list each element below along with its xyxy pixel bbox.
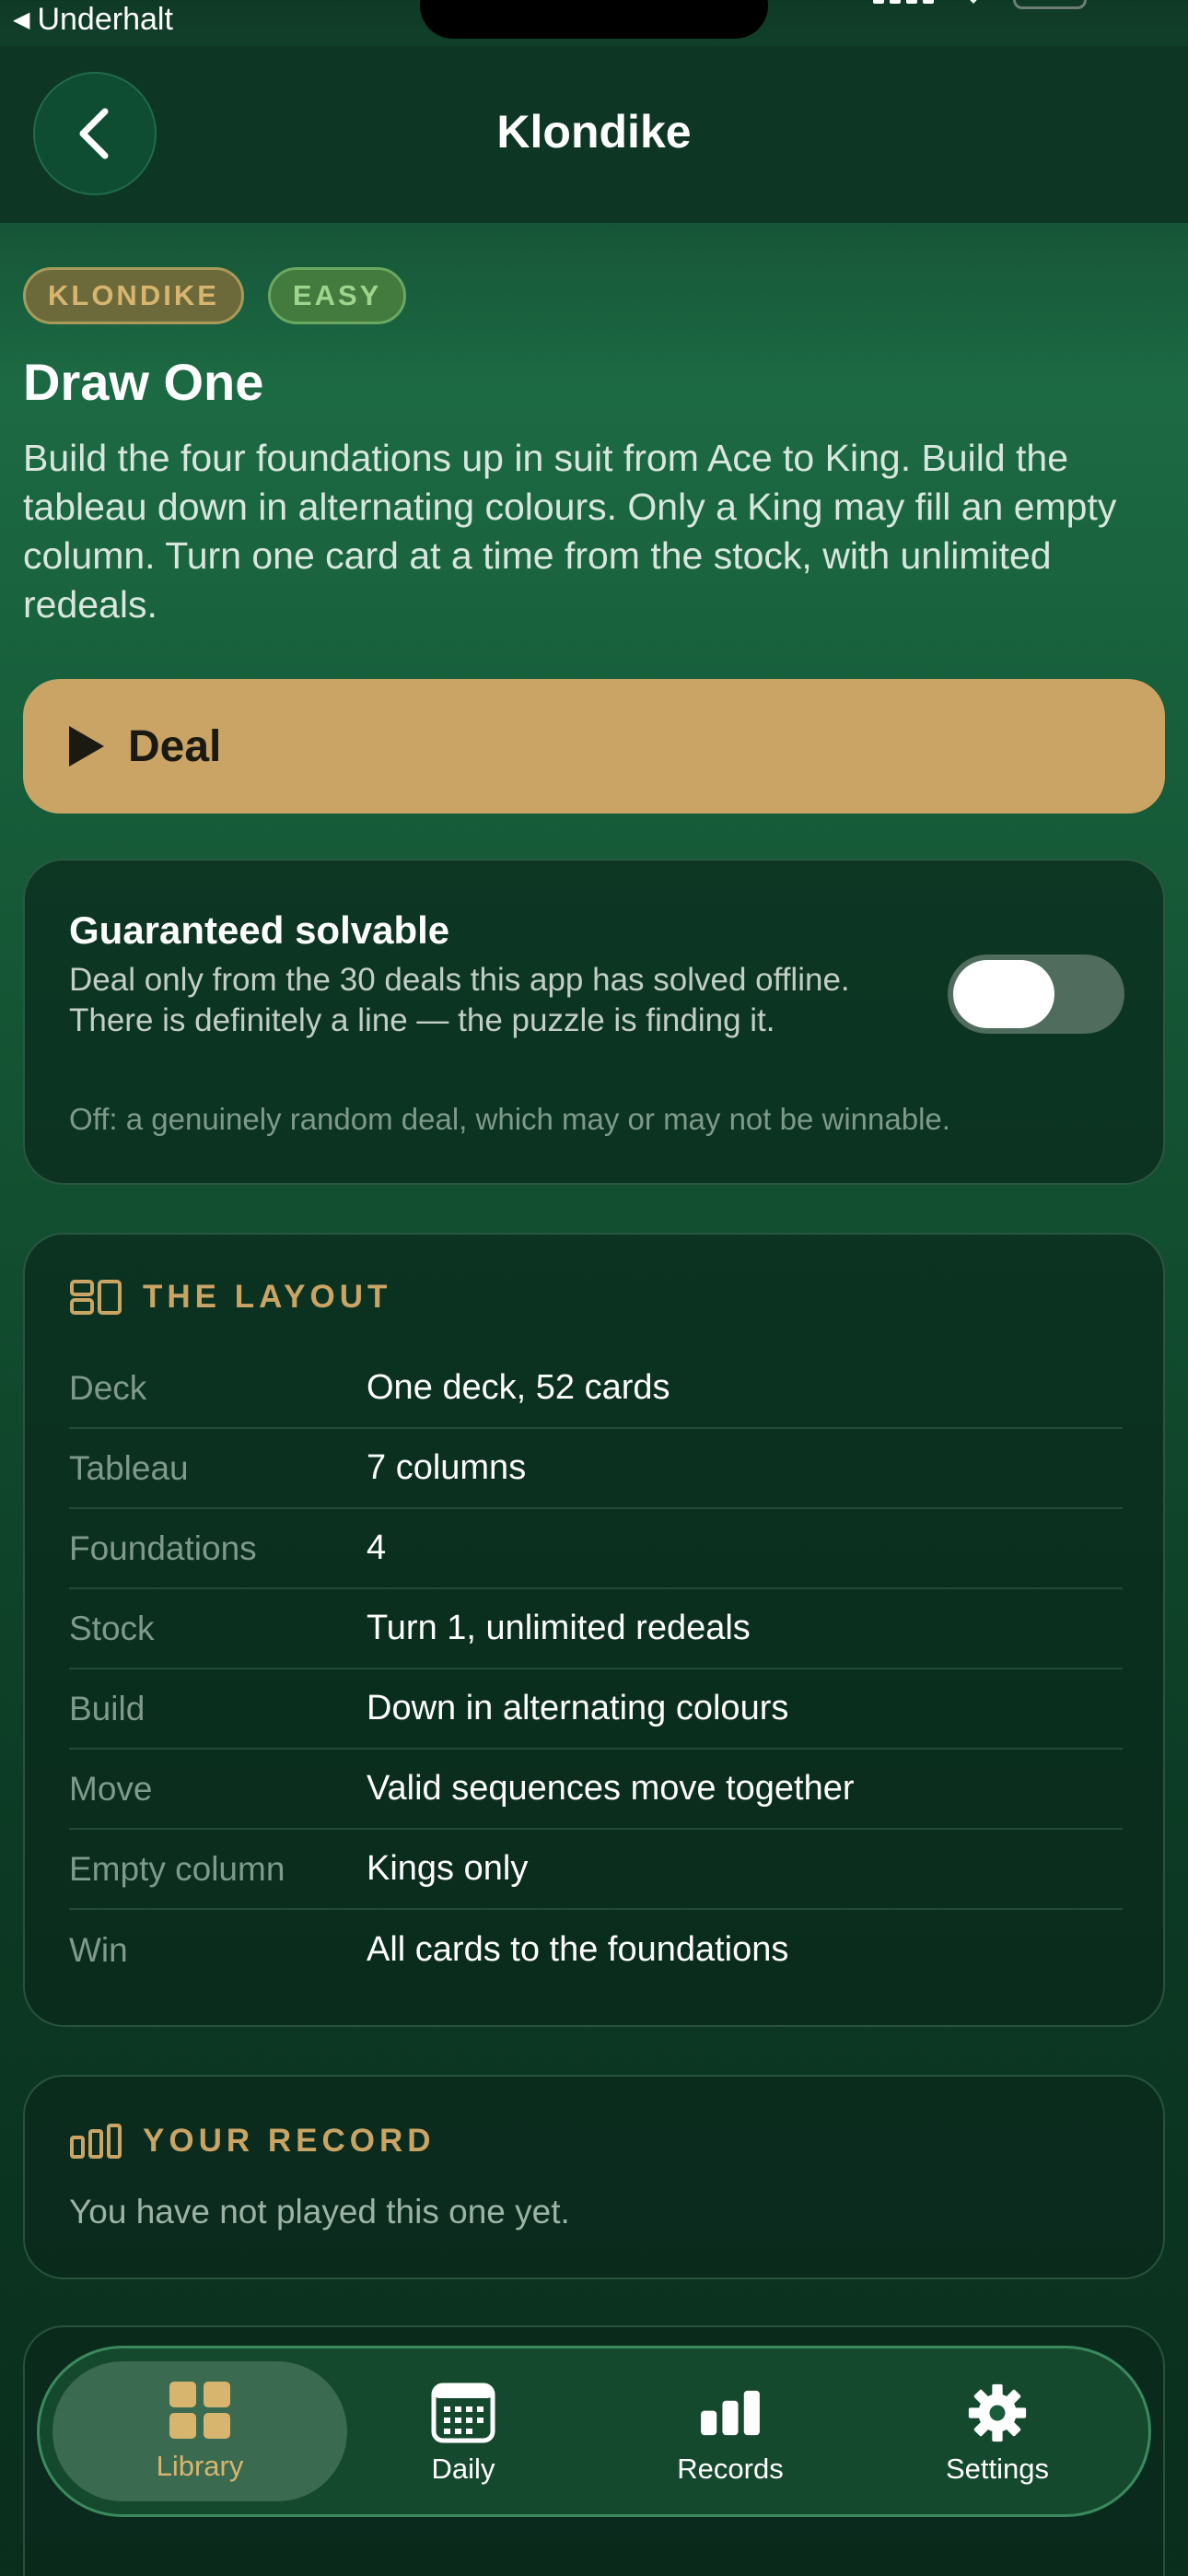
solvable-description: Deal only from the 30 deals this app has… [69,962,850,1038]
deal-button[interactable]: Deal [23,679,1165,814]
tab-settings-label: Settings [945,2453,1049,2485]
calendar-icon [431,2383,495,2443]
tab-records[interactable]: Records [629,2348,832,2520]
tab-library[interactable]: Library [52,2361,347,2501]
row-key: Build [69,1689,146,1727]
tab-bar: Library Daily Records Settings [37,2346,1151,2517]
row-key: Foundations [69,1528,257,1567]
page-title: Klondike [496,106,692,158]
table-row: Tableau 7 columns [69,1429,1123,1509]
layout-title: THE LAYOUT [143,1279,392,1315]
mode-header: KLONDIKE EASY Draw One Build the four fo… [23,267,1165,629]
table-row: Build Down in alternating colours [69,1669,1123,1750]
row-value: Valid sequences move together [367,1769,855,1808]
navigation-bar: Klondike [0,46,1188,223]
dynamic-island [420,0,768,39]
tab-daily-label: Daily [431,2453,495,2485]
row-key: Deck [69,1368,147,1407]
layout-header: THE LAYOUT [69,1279,391,1316]
layout-card: THE LAYOUT Deck One deck, 52 cards Tablea… [23,1233,1165,2027]
status-bar: ◀ Underhalt [0,0,1188,46]
gear-icon [968,2383,1027,2442]
record-header: YOUR RECORD [69,2123,436,2160]
tag-klondike: KLONDIKE [23,267,244,324]
row-value: 7 columns [367,1448,527,1487]
row-value: Turn 1, unlimited redeals [367,1609,751,1647]
solvable-card: Guaranteed solvable Deal only from the 3… [23,859,1165,1185]
row-key: Move [69,1769,153,1808]
row-value: One deck, 52 cards [367,1368,670,1407]
grid-icon [169,2382,230,2439]
mode-description: Build the four foundations up in suit fr… [23,437,1117,626]
row-key: Stock [69,1609,155,1647]
wifi-icon [961,0,985,4]
solvable-off-note: Off: a genuinely random deal, which may … [69,1102,950,1136]
battery-icon [1013,0,1087,9]
row-value: 4 [367,1528,387,1567]
row-key: Tableau [69,1448,189,1487]
table-row: Stock Turn 1, unlimited redeals [69,1589,1123,1669]
table-row: Empty column Kings only [69,1830,1123,1910]
bar-chart-icon [70,2124,122,2159]
record-title: YOUR RECORD [143,2123,436,2159]
record-card: YOUR RECORD You have not played this one… [23,2075,1165,2279]
cellular-signal-icon [873,0,934,4]
tab-settings[interactable]: Settings [896,2348,1099,2520]
back-to-app-link[interactable]: ◀ Underhalt [13,2,173,38]
tab-daily[interactable]: Daily [371,2348,555,2520]
deal-button-label: Deal [128,721,222,771]
tab-library-label: Library [156,2450,244,2482]
back-app-label: Underhalt [37,2,173,37]
row-key: Empty column [69,1849,285,1888]
row-value: Kings only [367,1849,529,1888]
layout-table: Deck One deck, 52 cards Tableau 7 columns … [69,1349,1123,1990]
status-icons [873,0,1087,9]
row-key: Win [69,1930,128,1969]
row-value: All cards to the foundations [367,1930,789,1969]
layout-icon [70,1280,122,1315]
table-row: Win All cards to the foundations [69,1910,1123,1990]
row-value: Down in alternating colours [367,1689,789,1727]
tag-easy: EASY [267,267,407,324]
table-row: Foundations 4 [69,1509,1123,1589]
solvable-toggle[interactable] [948,954,1124,1034]
table-row: Deck One deck, 52 cards [69,1349,1123,1429]
mode-title: Draw One [23,353,264,411]
tag-list: KLONDIKE EASY [23,267,1165,324]
solvable-title: Guaranteed solvable [69,908,450,952]
back-triangle-icon: ◀ [13,7,30,32]
play-icon [69,726,104,767]
records-bars-icon [701,2390,760,2436]
toggle-knob [953,960,1054,1028]
tab-records-label: Records [677,2453,784,2485]
record-text: You have not played this one yet. [69,2193,570,2231]
table-row: Move Valid sequences move together [69,1750,1123,1830]
